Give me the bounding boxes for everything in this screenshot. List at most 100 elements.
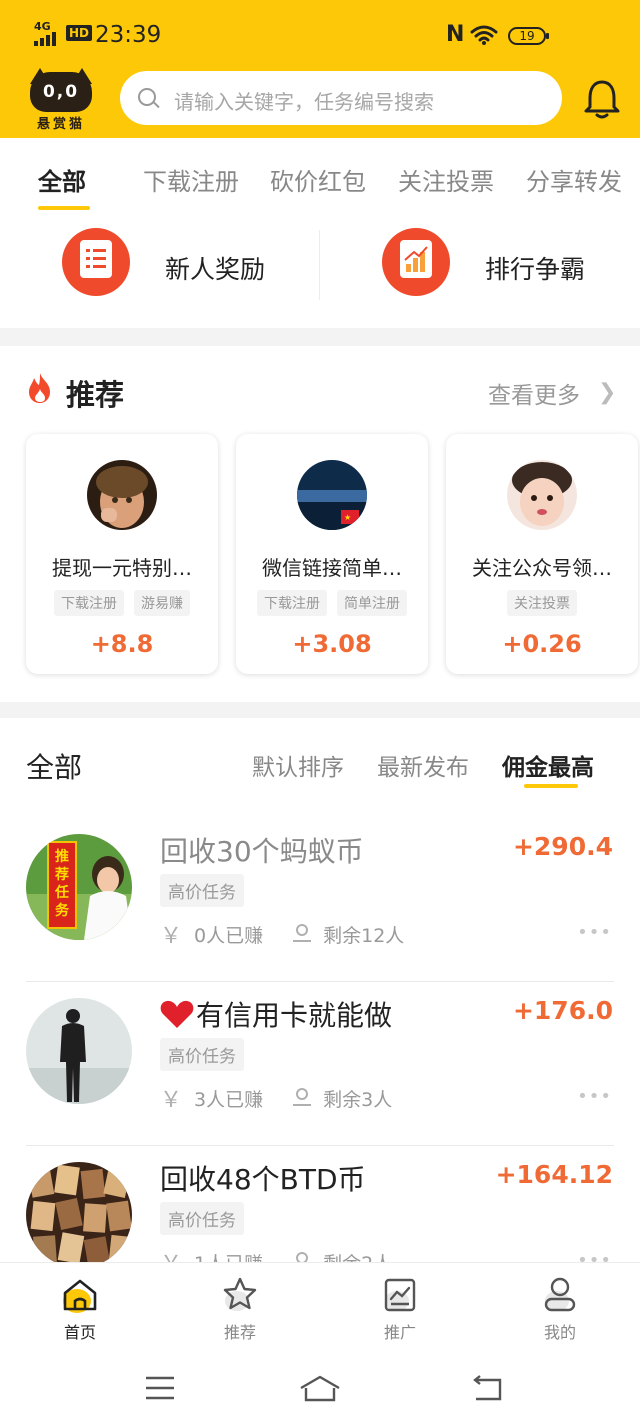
more-icon[interactable]: ••• [577,922,612,943]
remaining-count: 剩余2人 [323,1249,392,1263]
nav-recommend[interactable]: 推荐 [190,1275,290,1343]
ranking-button[interactable]: 排行争霸 [320,224,640,320]
top-header: 4G HD 23:39 N 19 0,0 悬赏猫 请输入关键字，任务编号搜索 [0,0,640,138]
sort-newest[interactable]: 最新发布 [377,748,469,782]
task-thumbnail: 推荐任务 [26,834,132,940]
tab-bargain-redpacket[interactable]: 砍价红包 [270,162,366,197]
tab-download-register[interactable]: 下载注册 [143,162,239,197]
person-icon [293,924,312,944]
remaining-count: 剩余3人 [323,1088,393,1111]
menu-icon[interactable] [144,1374,176,1402]
sort-default[interactable]: 默认排序 [252,748,344,782]
nav-mine[interactable]: 我的 [510,1275,610,1343]
card-tag: 关注投票 [507,590,577,616]
task-name: 回收30个蚂蚁币 [160,835,364,868]
category-panel: 全部 下载注册 砍价红包 关注投票 分享转发 新人奖励 排行争霸 [0,138,640,328]
recommend-badge: 推荐任务 [55,849,69,919]
heart-icon [160,1000,194,1028]
yen-icon: ￥ [160,1088,183,1113]
home-nav-icon[interactable] [298,1374,342,1404]
card-title: 提现一元特别… [52,556,192,580]
card-tag: 下载注册 [54,590,124,616]
task-row[interactable]: 回收48个BTD币 +164.12 高价任务 ￥ 1人已赚 剩余2人 ••• [0,1146,640,1262]
logo-text: 悬赏猫 [36,117,85,132]
clock: 23:39 [95,22,162,48]
bell-icon[interactable] [582,78,622,120]
search-input[interactable]: 请输入关键字，任务编号搜索 [120,71,562,125]
earned-count: 3人已赚 [194,1088,264,1111]
task-list-section: 全部 默认排序 最新发布 佣金最高 推荐任务 回收30个蚂蚁币 +290.4 高… [0,718,640,1262]
card-amount: +8.8 [90,630,154,658]
nav-home-label: 首页 [63,1323,96,1342]
recommend-title: 推荐 [66,378,125,412]
svg-text:★: ★ [344,513,351,522]
tab-indicator [38,206,90,210]
nav-home[interactable]: 首页 [30,1275,130,1343]
task-price: +164.12 [495,1160,613,1189]
tab-follow-vote[interactable]: 关注投票 [398,162,494,197]
more-icon[interactable]: ••• [577,1250,612,1262]
nav-mine-label: 我的 [543,1323,576,1342]
task-meta: ￥ 0人已赚 剩余12人 [160,918,404,950]
search-icon [138,88,156,106]
ranking-label: 排行争霸 [485,255,586,284]
tab-all[interactable]: 全部 [38,162,86,197]
task-name: 有信用卡就能做 [160,994,392,1034]
nav-recommend-label: 推荐 [223,1323,256,1342]
task-price: +290.4 [512,832,613,861]
task-row[interactable]: 有信用卡就能做 +176.0 高价任务 ￥ 3人已赚 剩余3人 ••• [0,982,640,1146]
nav-promote-label: 推广 [383,1323,416,1342]
task-meta: ￥ 3人已赚 剩余3人 [160,1082,392,1114]
back-icon[interactable] [470,1374,506,1404]
card-amount: +0.26 [502,630,582,658]
avatar [507,460,577,530]
recommend-card[interactable]: 提现一元特别… 下载注册 游易赚 +8.8 [26,434,218,674]
remaining-count: 剩余12人 [323,924,405,947]
view-more-link[interactable]: 查看更多 [488,376,580,410]
app-logo[interactable]: 0,0 悬赏猫 [28,68,94,132]
task-name: 回收48个BTD币 [160,1163,366,1196]
recommend-section: 推荐 查看更多 ❯ 提现一元特别… 下载注册 游易赚 +8.8 ★ 微信链接简单… [0,346,640,702]
fire-icon [29,373,50,403]
newbie-reward-button[interactable]: 新人奖励 [0,224,320,320]
tab-share-forward[interactable]: 分享转发 [526,162,622,197]
yen-icon: ￥ [160,924,183,949]
avatar: ★ [297,460,367,530]
ranking-chart-icon [382,228,450,296]
chevron-right-icon[interactable]: ❯ [598,380,616,405]
task-tag: 高价任务 [160,1202,244,1235]
person-icon [293,1252,311,1262]
task-thumbnail [26,1162,132,1262]
card-title: 关注公众号领… [472,556,612,580]
bottom-nav: 首页 推荐 推广 我的 [0,1262,640,1358]
wifi-icon [470,25,498,45]
earned-count: 0人已赚 [194,924,264,947]
more-icon[interactable]: ••• [577,1086,612,1107]
task-tag: 高价任务 [160,1038,244,1071]
sort-highest-commission[interactable]: 佣金最高 [502,748,594,782]
signal-icon [34,32,56,46]
task-price: +176.0 [512,996,613,1025]
hd-badge: HD [66,25,93,41]
card-amount: +3.08 [292,630,372,658]
newbie-reward-label: 新人奖励 [165,255,266,284]
person-icon [293,1088,312,1108]
task-tag: 高价任务 [160,874,244,907]
task-thumbnail [26,998,132,1104]
nfc-icon: N [446,22,465,47]
card-tag: 游易赚 [134,590,190,616]
nav-promote[interactable]: 推广 [350,1275,450,1343]
network-type: 4G [34,20,51,33]
battery-icon: 19 [508,27,549,45]
avatar [87,460,157,530]
status-bar: 4G HD 23:39 N 19 [0,0,640,70]
recommend-card[interactable]: ★ 微信链接简单… 下载注册 简单注册 +3.08 [236,434,428,674]
reward-list-icon [62,228,130,296]
card-tags: 下载注册 简单注册 [236,590,428,616]
category-tabs: 全部 下载注册 砍价红包 关注投票 分享转发 [0,138,640,214]
search-placeholder: 请输入关键字，任务编号搜索 [174,90,434,114]
task-row[interactable]: 推荐任务 回收30个蚂蚁币 +290.4 高价任务 ￥ 0人已赚 剩余12人 •… [0,818,640,982]
earned-count: 1人已赚 [194,1249,263,1263]
recommend-card[interactable]: 关注公众号领… 关注投票 +0.26 [446,434,638,674]
card-title: 微信链接简单… [262,556,402,580]
